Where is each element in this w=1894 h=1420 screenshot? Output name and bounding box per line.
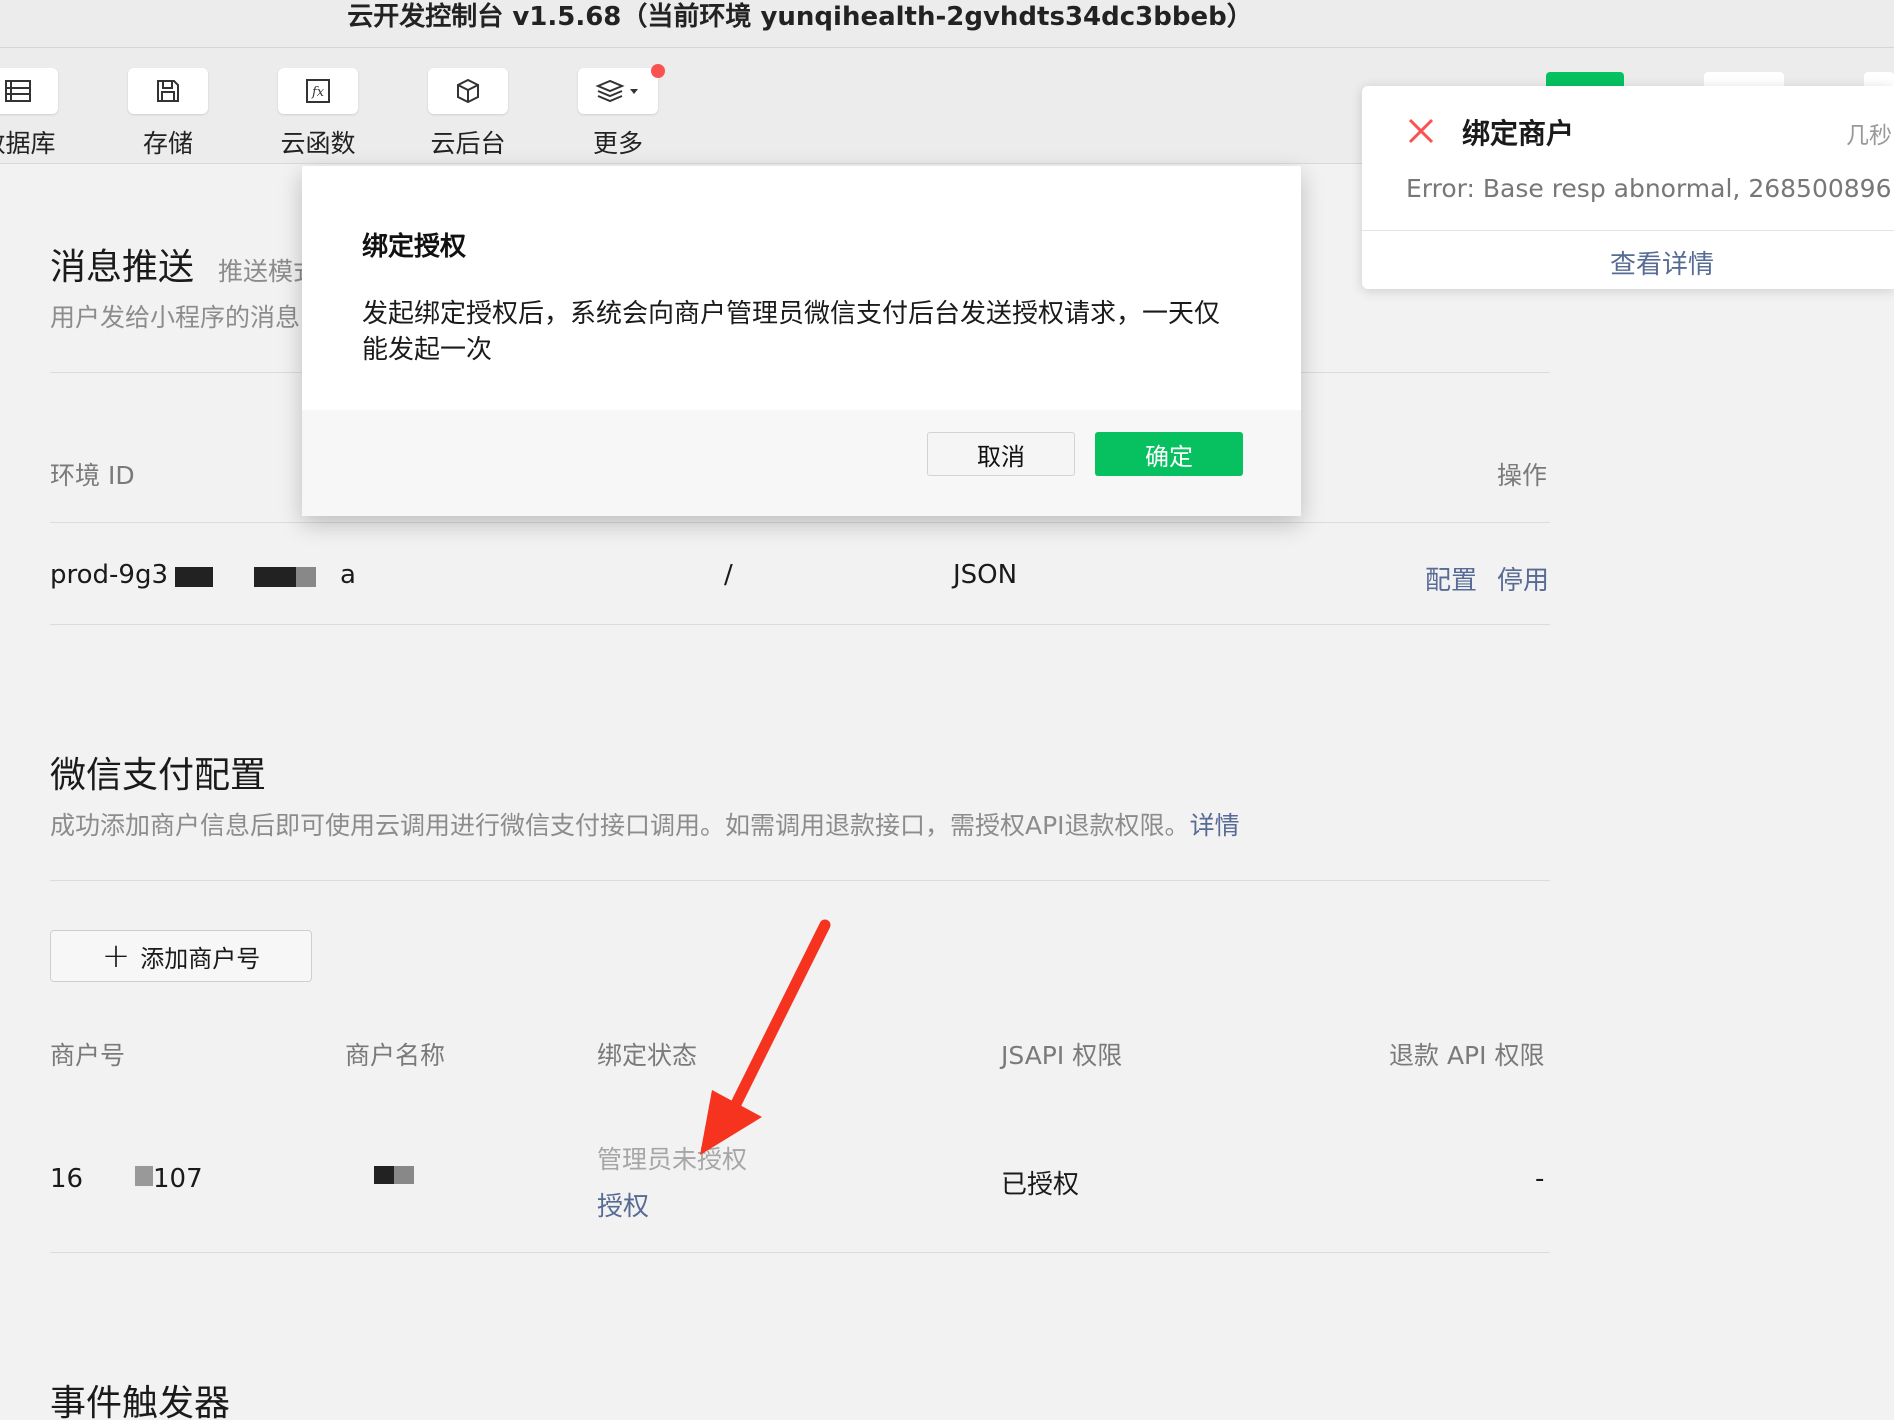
toolbar-button-partial-2[interactable] (1864, 72, 1894, 86)
authorize-link[interactable]: 授权 (597, 1186, 649, 1223)
add-merchant-button[interactable]: + 添加商户号 (50, 930, 312, 982)
storage-icon (128, 68, 208, 114)
confirm-button[interactable]: 确定 (1095, 432, 1243, 476)
divider (50, 624, 1550, 625)
col-header-actions: 操作 (1497, 461, 1548, 490)
toolbar-cloud-function-label: 云函数 (280, 129, 356, 158)
config-link[interactable]: 配置 (1425, 560, 1477, 597)
toolbar-cloud-admin-label: 云后台 (430, 129, 506, 158)
divider (50, 880, 1550, 881)
env-id-value: prod-9g3 (50, 560, 169, 590)
col-header-env-id: 环境 ID (50, 461, 135, 490)
refund-status-value: - (1535, 1164, 1545, 1194)
redaction-block (296, 567, 316, 587)
event-trigger-title: 事件触发器 (50, 1383, 231, 1420)
col-header-merchant-id: 商户号 (50, 1041, 126, 1070)
disable-link[interactable]: 停用 (1497, 560, 1549, 597)
toolbar-more[interactable]: 更多 (558, 68, 678, 168)
notification-dot (651, 64, 665, 78)
plus-icon: + (101, 936, 131, 976)
redaction-block (374, 1166, 394, 1184)
layers-icon (578, 68, 658, 114)
toolbar-button-partial[interactable] (1704, 72, 1784, 86)
col-header-binding-status: 绑定状态 (597, 1041, 698, 1070)
toolbar-cloud-admin[interactable]: 云后台 (408, 68, 528, 168)
dialog-title: 绑定授权 (362, 232, 467, 262)
message-push-description: 用户发给小程序的消息 (50, 303, 301, 332)
notification-message: Error: Base resp abnormal, 268500896 (1406, 174, 1892, 203)
svg-text:fx: fx (311, 85, 325, 100)
error-notification: 绑定商户 几秒 Error: Base resp abnormal, 26850… (1362, 86, 1894, 289)
divider (50, 522, 1550, 523)
col-header-refund-api: 退款 API 权限 (1389, 1041, 1545, 1070)
toolbar-storage-label: 存储 (142, 129, 193, 158)
redaction-block (254, 567, 296, 587)
annotation-arrow (700, 919, 831, 1155)
function-icon: fx (278, 68, 358, 114)
jsapi-status-value: 已授权 (1001, 1170, 1080, 1200)
add-merchant-label: 添加商户号 (140, 944, 261, 973)
window-titlebar: 云开发控制台 v1.5.68（当前环境 yunqihealth-2gvhdts3… (0, 0, 1894, 48)
divider (1362, 230, 1894, 231)
window-title: 云开发控制台 v1.5.68（当前环境 yunqihealth-2gvhdts3… (347, 2, 1253, 32)
view-details-link[interactable]: 查看详情 (1362, 244, 1894, 281)
col-header-merchant-name: 商户名称 (345, 1041, 446, 1070)
bind-authorize-dialog: 绑定授权 发起绑定授权后，系统会向商户管理员微信支付后台发送授权请求，一天仅能发… (302, 166, 1301, 516)
notification-time: 几秒 (1846, 123, 1892, 149)
toolbar-database[interactable]: 数据库 (0, 68, 78, 168)
merchant-id-suffix: 107 (153, 1164, 203, 1194)
close-error-icon (1408, 118, 1434, 144)
database-icon (0, 68, 58, 114)
toolbar-green-button-partial[interactable] (1546, 72, 1624, 86)
redaction-block (175, 567, 213, 587)
col-header-jsapi: JSAPI 权限 (1001, 1041, 1123, 1070)
toolbar-storage[interactable]: 存储 (108, 68, 228, 168)
cancel-button[interactable]: 取消 (927, 432, 1075, 476)
message-push-title: 消息推送 (50, 247, 195, 288)
cube-icon (428, 68, 508, 114)
merchant-id-prefix: 16 (50, 1164, 84, 1194)
wechat-pay-description: 成功添加商户信息后即可使用云调用进行微信支付接口调用。如需调用退款接口，需授权A… (50, 806, 1240, 842)
toolbar-more-label: 更多 (592, 129, 643, 158)
data-format-value: JSON (953, 560, 1018, 590)
push-path-value: / (724, 560, 733, 590)
dialog-message: 发起绑定授权后，系统会向商户管理员微信支付后台发送授权请求，一天仅能发起一次 (362, 299, 1221, 365)
toolbar-database-label: 数据库 (0, 129, 56, 158)
divider (50, 1252, 1550, 1253)
details-link[interactable]: 详情 (1190, 811, 1240, 840)
redaction-block (394, 1166, 414, 1184)
toolbar-cloud-function[interactable]: fx 云函数 (258, 68, 378, 168)
notification-title: 绑定商户 (1462, 117, 1575, 150)
wechat-pay-title: 微信支付配置 (50, 755, 267, 796)
redaction-block (135, 1166, 153, 1186)
env-id-tail: a (340, 560, 356, 590)
wechat-pay-description-text: 成功添加商户信息后即可使用云调用进行微信支付接口调用。如需调用退款接口，需授权A… (50, 811, 1190, 840)
